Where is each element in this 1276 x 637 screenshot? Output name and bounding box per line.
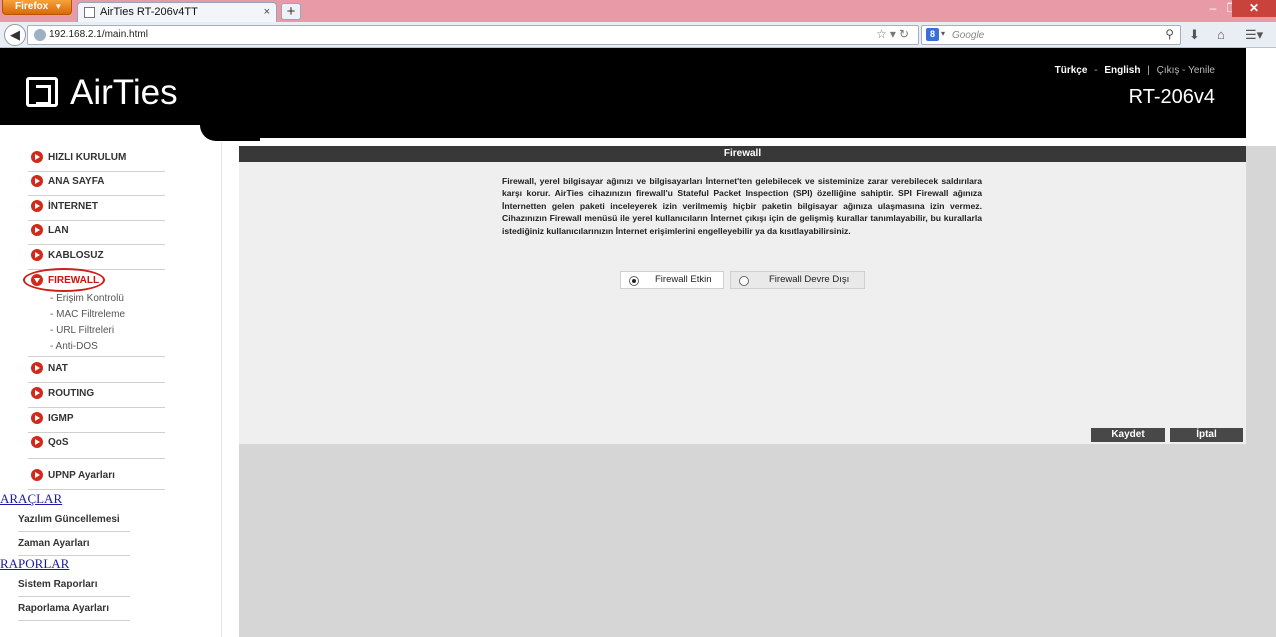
- search-bar[interactable]: 8 ▾ Google ⚲: [921, 25, 1181, 45]
- close-tab-icon[interactable]: ×: [264, 3, 270, 22]
- menu-item-wireless[interactable]: KABLOSUZ: [28, 245, 165, 270]
- menu-item-time-settings[interactable]: Zaman Ayarları: [18, 532, 130, 556]
- arrow-bullet-icon: [31, 387, 43, 399]
- firewall-highlight-circle: [23, 268, 105, 292]
- firewall-divider: [28, 333, 165, 357]
- search-icon[interactable]: ⚲: [1165, 27, 1174, 41]
- arrow-bullet-icon: [31, 249, 43, 261]
- lang-turkish-link[interactable]: Türkçe: [1055, 65, 1088, 76]
- bookmark-star-icon[interactable]: ☆▾↻: [876, 27, 912, 41]
- url-text: 192.168.2.1/main.html: [49, 29, 148, 40]
- menu-item-report-settings[interactable]: Raporlama Ayarları: [18, 597, 130, 621]
- back-arrow-icon[interactable]: ◀: [4, 24, 26, 46]
- firefox-menu-button[interactable]: Firefox ▼: [2, 0, 72, 15]
- header-curve: [0, 125, 260, 141]
- home-icon[interactable]: ⌂: [1217, 27, 1225, 42]
- arrow-bullet-icon: [31, 224, 43, 236]
- cancel-button[interactable]: İptal: [1170, 428, 1243, 442]
- arrow-bullet-icon: [31, 151, 43, 163]
- globe-icon: [34, 29, 46, 41]
- menu-item-nat[interactable]: NAT: [28, 358, 165, 383]
- reports-section-link[interactable]: RAPORLAR: [0, 556, 69, 572]
- firewall-disabled-option[interactable]: Firewall Devre Dışı: [730, 271, 865, 289]
- tab-title: AirTies RT-206v4TT: [100, 6, 198, 18]
- logout-link[interactable]: Çıkış - Yenile: [1157, 65, 1215, 76]
- chevron-down-icon: ▼: [54, 2, 63, 11]
- sidebar: HIZLI KURULUM ANA SAYFA İNTERNET LAN KAB…: [0, 142, 222, 637]
- arrow-bullet-icon: [31, 362, 43, 374]
- logo-mark-icon: [26, 77, 58, 107]
- browser-titlebar: Firefox▼ AirTies RT-206v4TT × + – ❐ ✕: [0, 0, 1276, 22]
- page-icon: [84, 7, 95, 18]
- search-input[interactable]: Google: [952, 30, 984, 41]
- tools-section-link[interactable]: ARAÇLAR: [0, 491, 62, 507]
- firewall-description: Firewall, yerel bilgisayar ağınızı ve bi…: [502, 176, 982, 236]
- menu-item-home[interactable]: ANA SAYFA: [28, 171, 165, 196]
- firewall-enabled-option[interactable]: Firewall Etkin: [620, 271, 724, 289]
- menu-item-qos[interactable]: QoS: [28, 432, 165, 459]
- menu-item-quick-setup[interactable]: HIZLI KURULUM: [28, 147, 165, 172]
- firewall-disabled-label: Firewall Devre Dışı: [769, 274, 850, 285]
- menu-item-lan[interactable]: LAN: [28, 220, 165, 245]
- menu-item-internet[interactable]: İNTERNET: [28, 196, 165, 221]
- arrow-bullet-icon: [31, 412, 43, 424]
- menu-item-software-update[interactable]: Yazılım Güncellemesi: [18, 508, 130, 532]
- firewall-enabled-label: Firewall Etkin: [655, 274, 712, 285]
- submenu-mac-filter[interactable]: - MAC Filtreleme: [50, 309, 125, 320]
- radio-unselected-icon[interactable]: [739, 276, 749, 286]
- url-bar[interactable]: 192.168.2.1/main.html ☆▾↻: [27, 25, 919, 45]
- arrow-bullet-icon: [31, 200, 43, 212]
- airties-logo: AirTies: [26, 73, 178, 113]
- submenu-access-control[interactable]: - Erişim Kontrolü: [50, 293, 124, 304]
- arrow-bullet-icon: [31, 175, 43, 187]
- arrow-bullet-icon: [31, 436, 43, 448]
- menu-item-routing[interactable]: ROUTING: [28, 383, 165, 408]
- download-icon[interactable]: ⬇: [1189, 27, 1200, 43]
- save-button[interactable]: Kaydet: [1091, 428, 1165, 442]
- browser-navbar: ◀ 192.168.2.1/main.html ☆▾↻ 8 ▾ Google ⚲…: [0, 22, 1276, 48]
- page-title: Firewall: [239, 146, 1246, 162]
- menu-icon[interactable]: ☰▾: [1245, 27, 1263, 43]
- menu-item-upnp[interactable]: UPNP Ayarları: [28, 465, 165, 490]
- radio-selected-icon[interactable]: [629, 276, 639, 286]
- minimize-icon[interactable]: –: [1203, 0, 1223, 17]
- close-window-icon[interactable]: ✕: [1232, 0, 1276, 17]
- language-links: Türkçe - English | Çıkış - Yenile: [1054, 65, 1215, 76]
- new-tab-button[interactable]: +: [281, 3, 301, 20]
- google-icon[interactable]: 8: [926, 28, 939, 41]
- browser-tab[interactable]: AirTies RT-206v4TT ×: [77, 2, 277, 22]
- menu-item-igmp[interactable]: IGMP: [28, 408, 165, 433]
- firewall-panel: Firewall, yerel bilgisayar ağınızı ve bi…: [239, 162, 1246, 444]
- menu-item-system-reports[interactable]: Sistem Raporları: [18, 573, 130, 597]
- model-name: RT-206v4: [1128, 86, 1215, 108]
- chevron-down-icon[interactable]: ▾: [941, 29, 945, 38]
- arrow-bullet-icon: [31, 469, 43, 481]
- lang-english-link[interactable]: English: [1104, 65, 1140, 76]
